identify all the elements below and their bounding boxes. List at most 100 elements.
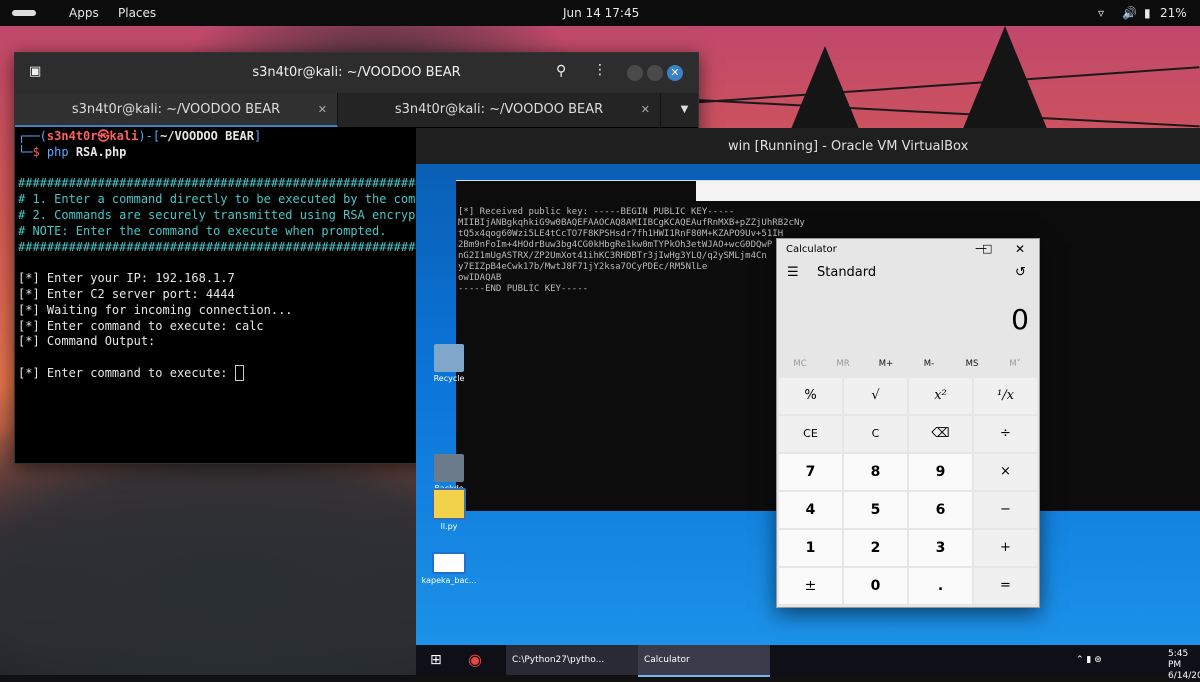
battery-percent: 21% [1160,6,1187,20]
apps-menu[interactable]: Apps [69,6,99,20]
digit-4-button[interactable]: 4 [779,492,842,528]
digit-3-button[interactable]: 3 [909,530,972,566]
cmd-line: MIIBIjANBgkqhkiG9w0BAQEFAAOCAQ8AMIIBCgKC… [458,218,805,228]
windows-start-icon[interactable]: ⊞ [430,645,442,675]
cmd-line: nG2I1mUgASTRX/ZP2UmXot41ihKC3RHDBTr3jIwH… [458,251,767,261]
chrome-icon[interactable]: ◉ [468,645,482,675]
taskbar-python[interactable]: C:\Python27\pytho... [506,645,638,675]
output-line: [*] Enter command to execute: [18,365,235,380]
digit-5-button[interactable]: 5 [844,492,907,528]
close-button[interactable]: ✕ [667,65,683,81]
search-icon[interactable]: ⚲ [556,63,566,79]
cmd-line: tQ5x4qog60Wzi5LE4tCcTO7F8KPSHsdr7fh1HWI1… [458,229,784,239]
desktop-icon-ll-py[interactable]: ll.py [416,488,482,531]
places-menu[interactable]: Places [118,6,156,20]
taskbar-clock[interactable]: 5:45 PM 6/14/20 [1168,649,1200,682]
python-file-icon [432,488,466,520]
multiply-button[interactable]: × [974,454,1037,490]
activities-button[interactable] [12,10,36,16]
desktop-icon-label: ll.py [440,522,458,531]
cmd-titlebar[interactable] [696,181,1200,201]
output-line: [*] Enter your IP: 192.168.1.7 [18,271,235,286]
memory-recall-button[interactable]: MR [823,359,863,369]
volume-icon[interactable]: 🔊 [1122,6,1137,20]
tab-2[interactable]: s3n4t0r@kali: ~/VOODOO BEAR ✕ [338,93,661,127]
clear-entry-button[interactable]: CE [779,416,842,452]
windows-taskbar: ⊞ ◉ C:\Python27\pytho... Calculator ⌃ ▮ … [416,645,1200,681]
desktop-icon-label: kapeka_bac... [421,576,477,585]
cmd-line: y7EIZpB4eCwk17b/MwtJ8F71jY2ksa7OCyPDEc/R… [458,262,708,272]
history-icon[interactable]: ↺ [1015,265,1026,280]
square-button[interactable]: x² [909,378,972,414]
add-button[interactable]: + [974,530,1037,566]
clear-button[interactable]: C [844,416,907,452]
digit-8-button[interactable]: 8 [844,454,907,490]
cmd-line: [*] Received public key: -----BEGIN PUBL… [458,207,735,217]
cursor [234,364,244,381]
calculator-titlebar[interactable]: Calculator — □ ✕ [777,239,1039,259]
digit-1-button[interactable]: 1 [779,530,842,566]
divide-button[interactable]: ÷ [974,416,1037,452]
taskbar-label: Calculator [644,655,690,665]
output-line: [*] Waiting for incoming connection... [18,302,293,317]
digit-2-button[interactable]: 2 [844,530,907,566]
tabs-dropdown-icon[interactable]: ▼ [671,93,698,127]
terminal-titlebar[interactable]: ▣ s3n4t0r@kali: ~/VOODOO BEAR ⚲ ⋮ ✕ [15,53,698,93]
command-arg: RSA.php [75,144,127,159]
tab-label: s3n4t0r@kali: ~/VOODOO BEAR [71,102,281,117]
desktop-icon-recycle-bin[interactable]: Recycle [416,344,482,383]
digit-7-button[interactable]: 7 [779,454,842,490]
desktop-icon-label: Recycle [433,374,465,383]
digit-6-button[interactable]: 6 [909,492,972,528]
memory-add-button[interactable]: M+ [866,359,906,369]
close-tab-icon[interactable]: ✕ [318,93,327,127]
prompt-user: s3n4t0r㉿kali [46,129,139,143]
sqrt-button[interactable]: √ [844,378,907,414]
output-line: [*] Enter C2 server port: 4444 [18,286,235,301]
subtract-button[interactable]: − [974,492,1037,528]
memory-store-button[interactable]: MS [952,359,992,369]
memory-subtract-button[interactable]: M- [909,359,949,369]
taskbar-label: C:\Python27\pytho... [512,655,605,665]
taskbar-calculator[interactable]: Calculator [638,645,770,677]
decimal-button[interactable]: . [909,568,972,604]
battery-icon[interactable]: ▮ [1144,6,1151,20]
minimize-button[interactable] [627,65,643,81]
calculator-window[interactable]: Calculator — □ ✕ ☰ Standard ↺ 0 MC MR M+… [776,238,1040,608]
command-bin: php [46,144,69,159]
percent-button[interactable]: % [779,378,842,414]
equals-button[interactable]: = [974,568,1037,604]
virtualbox-titlebar[interactable]: win [Running] - Oracle VM VirtualBox [416,128,1200,164]
maximize-button[interactable] [647,65,663,81]
recycle-bin-icon [434,344,464,372]
digit-0-button[interactable]: 0 [844,568,907,604]
banner-line: # 2. Commands are securely transmitted u… [18,207,452,222]
negate-button[interactable]: ± [779,568,842,604]
calculator-display: 0 [1011,303,1029,336]
memory-list-button[interactable]: M˅ [995,359,1035,369]
cmd-output: [*] Received public key: -----BEGIN PUBL… [458,207,805,295]
prompt-path: ~/VOODOO BEAR [160,129,254,143]
reciprocal-button[interactable]: ¹/x [974,378,1037,414]
power-line [690,66,1200,104]
clock[interactable]: Jun 14 17:45 [563,6,639,20]
backspace-button[interactable]: ⌫ [909,416,972,452]
output-line: [*] Enter command to execute: calc [18,318,264,333]
memory-clear-button[interactable]: MC [780,359,820,369]
clock-time: 5:45 PM [1168,649,1189,670]
tray-icons[interactable]: ⌃ ▮ ⊛ [1076,645,1102,675]
file-icon [434,454,464,482]
calculator-title: Calculator [786,244,837,255]
maximize-button[interactable]: □ [982,242,992,255]
desktop-icon-kapeka[interactable]: kapeka_bac... [416,552,482,585]
close-button[interactable]: ✕ [1015,242,1025,256]
cmd-line: owIDAQAB [458,273,502,283]
power-line [690,98,1200,128]
close-tab-icon[interactable]: ✕ [641,93,650,127]
tab-1[interactable]: s3n4t0r@kali: ~/VOODOO BEAR ✕ [15,93,338,127]
cmd-line: 2Bm9nFoIm+4HOdrBuw3bg4CG0kHbgRe1kw0mTYPk… [458,240,773,250]
menu-icon[interactable]: ⋮ [593,62,607,78]
wifi-icon[interactable]: ▿ [1098,6,1104,20]
hamburger-icon[interactable]: ☰ [787,265,799,280]
digit-9-button[interactable]: 9 [909,454,972,490]
